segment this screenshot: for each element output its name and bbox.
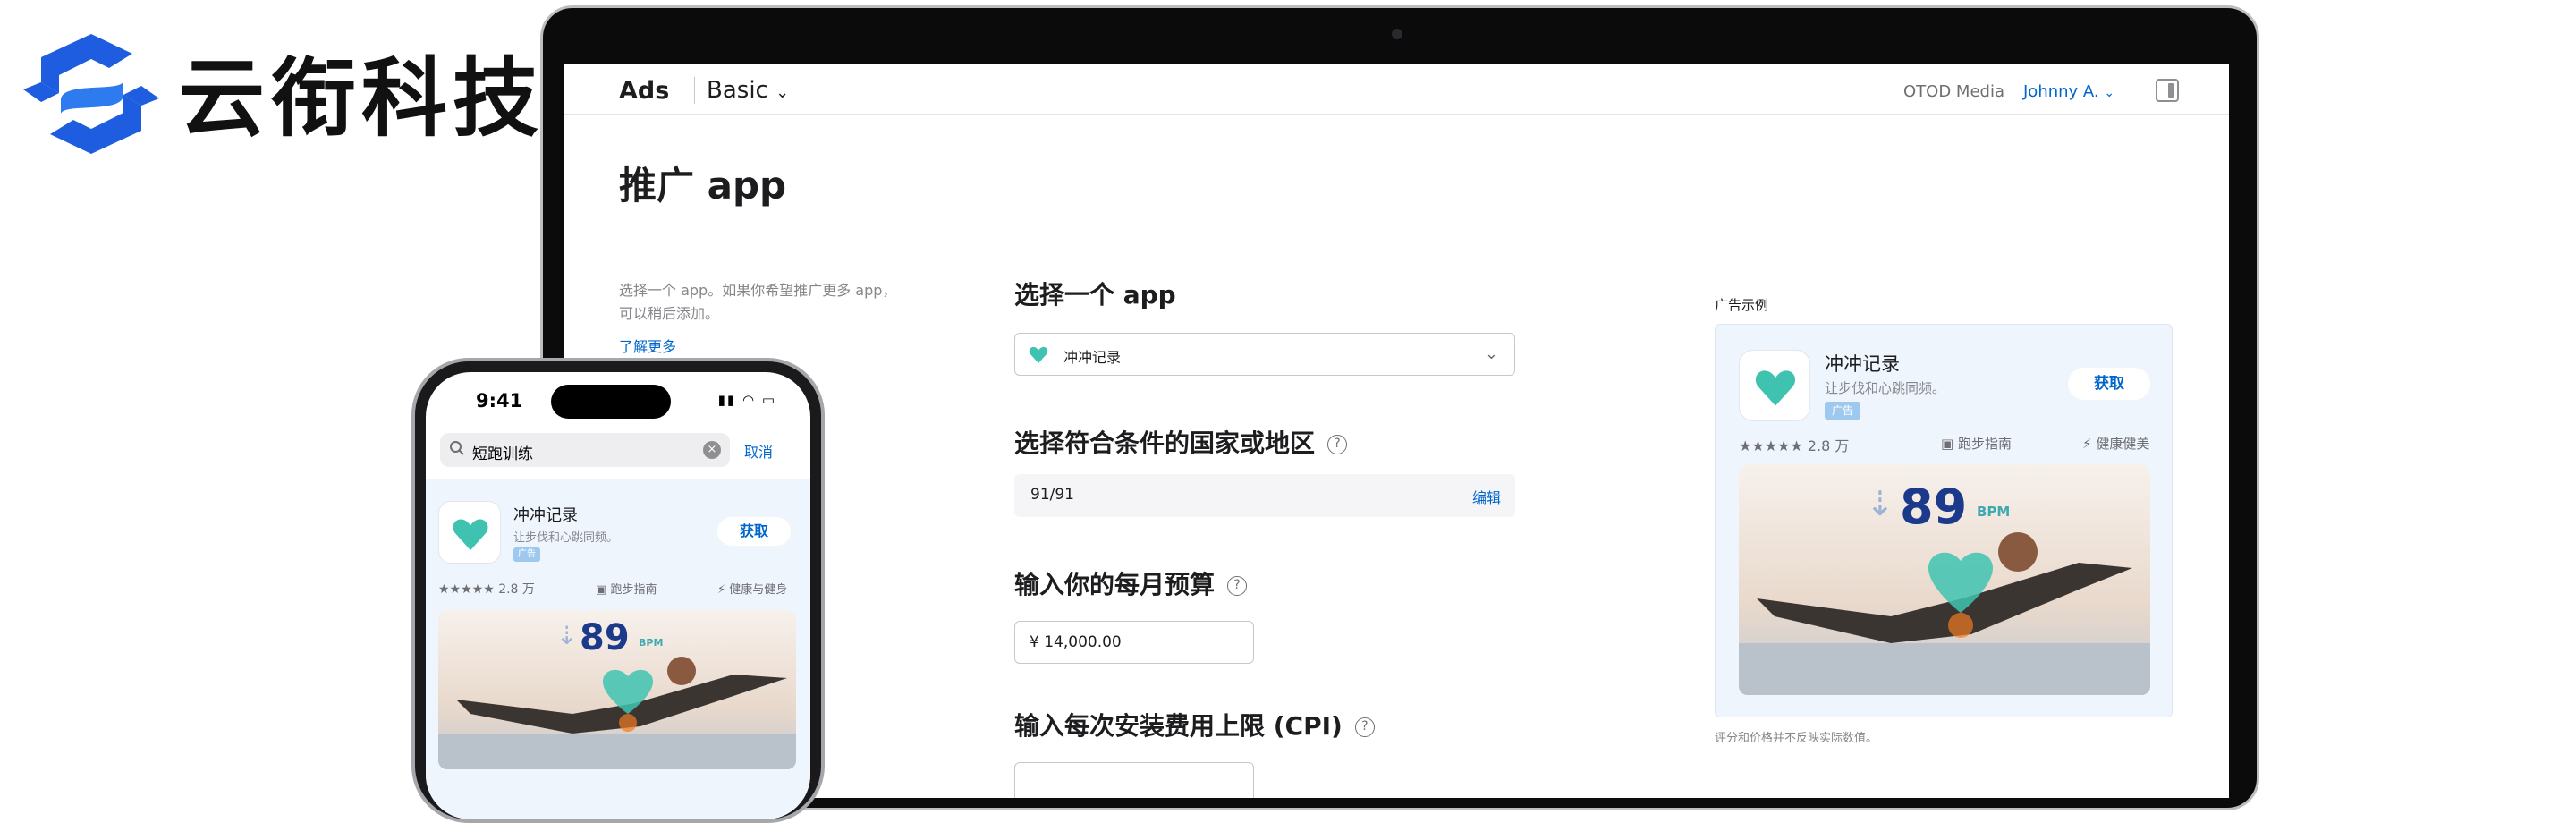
phone-screen: 9:41 ▮▮ ◠ ▭ 短跑训练 × 取消 冲冲记录 让步伐和心跳同频。 广告 …	[426, 372, 810, 819]
rating: ★★★★★ 2.8 万	[1739, 437, 1850, 454]
preview-app-name: 冲冲记录	[1825, 353, 1900, 375]
bpm-value: 89	[580, 617, 630, 658]
plan-selector[interactable]: Basic ⌄	[707, 77, 789, 104]
select-app-label: 选择一个 app	[1014, 280, 1176, 310]
cancel-button[interactable]: 取消	[744, 440, 773, 462]
guide-icon: ▣	[596, 583, 607, 597]
help-question-icon[interactable]: ?	[1227, 576, 1248, 596]
bpm-unit: BPM	[1977, 504, 2011, 520]
app-icon	[1739, 350, 1810, 421]
result-app-subtitle: 让步伐和心跳同频。	[513, 531, 619, 545]
brand-name: 云衔科技	[179, 48, 544, 148]
cpi-label: 输入每次安装费用上限 (CPI)?	[1014, 707, 1375, 742]
wifi-icon: ◠	[741, 392, 757, 408]
heart-app-icon	[453, 519, 488, 551]
category-fitness: ⚡ 健康与健身	[717, 583, 788, 597]
brand-logo-icon	[23, 34, 159, 154]
status-time: 9:41	[476, 390, 523, 412]
laptop-camera	[1392, 29, 1402, 39]
category-fitness: ⚡ 健康健美	[2082, 436, 2150, 452]
battery-icon: ▭	[761, 392, 776, 408]
heart-app-icon	[1755, 370, 1796, 406]
help-question-icon[interactable]: ?	[1354, 717, 1375, 737]
country-field: 91/91 编辑	[1014, 474, 1515, 517]
clear-icon[interactable]: ×	[703, 441, 721, 459]
bpm-value: 89	[1900, 479, 1968, 535]
learn-more-link[interactable]: 了解更多	[619, 335, 676, 356]
cpi-input[interactable]	[1014, 762, 1254, 798]
runner-icon: ⚡	[2082, 436, 2092, 452]
signal-icon: ▮▮	[717, 392, 737, 408]
preview-label: 广告示例	[1715, 297, 1769, 313]
category-running: ▣ 跑步指南	[596, 583, 657, 597]
ad-badge: 广告	[513, 547, 540, 562]
app-select[interactable]: 冲冲记录 ⌄	[1014, 333, 1515, 376]
budget-input[interactable]: ¥ 14,000.00	[1014, 621, 1254, 664]
guide-icon: ▣	[1941, 436, 1954, 452]
sidebar-toggle-icon[interactable]	[2156, 79, 2179, 102]
rating: ★★★★★ 2.8 万	[438, 582, 535, 597]
chevron-down-icon: ⌄	[1484, 344, 1498, 363]
app-icon	[438, 501, 501, 564]
get-button[interactable]: 获取	[717, 517, 791, 546]
page-title: 推广 app	[619, 164, 787, 208]
result-app-name: 冲冲记录	[513, 506, 578, 525]
dynamic-island	[551, 385, 671, 419]
preview-disclaimer: 评分和价格并不反映实际数值。	[1715, 732, 1878, 745]
topbar-divider	[694, 77, 695, 104]
get-button[interactable]: 获取	[2068, 368, 2150, 400]
search-input[interactable]: 短跑训练 ×	[440, 433, 730, 467]
budget-label: 输入你的每月预算?	[1014, 565, 1248, 601]
chevron-down-icon: ⌄	[775, 83, 790, 102]
help-text: 选择一个 app。如果你希望推广更多 app，可以稍后添加。	[619, 282, 897, 322]
preview-app-subtitle: 让步伐和心跳同频。	[1825, 380, 1946, 396]
chevron-down-icon: ⌄	[2104, 86, 2115, 100]
arrow-down-icon: ⇣	[1866, 484, 1894, 523]
status-icons: ▮▮ ◠ ▭	[718, 392, 776, 408]
ad-preview-card: 冲冲记录 让步伐和心跳同频。 广告 获取 ★★★★★ 2.8 万 ▣ 跑步指南 …	[1715, 324, 2173, 717]
category-running: ▣ 跑步指南	[1941, 436, 2012, 452]
bpm-unit: BPM	[639, 637, 664, 649]
apple-ads-logo[interactable]: Ads	[619, 77, 669, 105]
search-result-card[interactable]: 冲冲记录 让步伐和心跳同频。 广告 获取 ★★★★★ 2.8 万 ▣ 跑步指南 …	[426, 479, 810, 819]
top-bar: Ads Basic ⌄ OTOD Media Johnny A. ⌄	[564, 64, 2229, 115]
user-menu[interactable]: Johnny A. ⌄	[2023, 82, 2114, 101]
heart-app-icon	[1029, 346, 1048, 363]
country-label: 选择符合条件的国家或地区?	[1014, 424, 1348, 460]
edit-countries-button[interactable]: 编辑	[1472, 486, 1501, 507]
ad-badge: 广告	[1825, 402, 1860, 420]
help-question-icon[interactable]: ?	[1327, 435, 1348, 454]
runner-icon: ⚡	[717, 583, 726, 597]
org-name: OTOD Media	[1903, 82, 2004, 101]
arrow-down-icon: ⇣	[556, 621, 578, 650]
search-icon	[450, 441, 464, 455]
